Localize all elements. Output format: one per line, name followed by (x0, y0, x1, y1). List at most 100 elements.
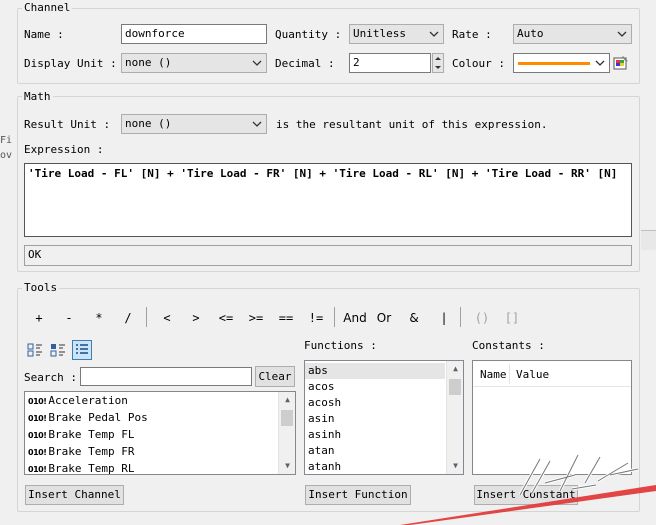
expression-label: Expression : (24, 143, 104, 156)
name-input[interactable]: downforce (121, 24, 267, 44)
operator-not-equal-button[interactable]: != (304, 311, 328, 325)
column-header-value[interactable]: Value (516, 368, 549, 381)
expression-textarea[interactable]: 'Tire Load - FL' [N] + 'Tire Load - FR' … (24, 163, 632, 237)
result-unit-label: Result Unit : (24, 118, 111, 131)
expression-text: 'Tire Load - FL' [N] + 'Tire Load - FR' … (28, 167, 618, 180)
insert-function-button[interactable]: Insert Function (305, 485, 411, 505)
palette-icon (613, 56, 628, 70)
decimal-input[interactable]: 2 (349, 53, 431, 73)
operator-divide-button[interactable]: / (116, 311, 140, 325)
operator-less-than-button[interactable]: < (155, 311, 179, 325)
view-mode-toolbar (25, 340, 95, 360)
list-item[interactable]: asinh (305, 427, 445, 443)
result-unit-description: is the resultant unit of this expression… (276, 118, 548, 131)
chevron-down-icon (252, 121, 262, 127)
list-item[interactable]: 010! Acceleration (25, 393, 277, 409)
operator-ampersand-button[interactable]: & (402, 311, 426, 325)
colour-picker-button[interactable] (612, 54, 630, 72)
operator-greater-equal-button[interactable]: >= (244, 311, 268, 325)
operator-pipe-button[interactable]: | (432, 311, 456, 325)
expression-status: OK (24, 245, 632, 266)
list-item[interactable]: acosh (305, 395, 445, 411)
chevron-down-icon (617, 31, 627, 37)
channel-name: Brake Temp RL (48, 462, 135, 475)
colour-swatch (518, 62, 590, 65)
sort-category-icon[interactable] (49, 341, 67, 359)
scroll-thumb[interactable] (281, 410, 293, 426)
rate-value: Auto (517, 27, 544, 40)
list-item[interactable]: 010! Brake Pedal Pos (25, 410, 277, 426)
list-item[interactable]: 010! Brake Temp FL (25, 427, 277, 443)
channel-icon: 010! (28, 465, 47, 474)
parentheses-button[interactable]: () (470, 311, 494, 325)
operator-equal-button[interactable]: == (274, 311, 298, 325)
decimal-spinner[interactable] (432, 53, 444, 73)
quantity-label: Quantity : (275, 28, 342, 41)
channel-list-scrollbar[interactable]: ▲ ▼ (278, 392, 295, 474)
toolbar-separator (334, 307, 335, 327)
display-unit-select[interactable]: none () (121, 53, 267, 73)
background-window-fragment: Fi (0, 135, 13, 146)
list-item[interactable]: acos (305, 379, 445, 395)
channel-name: Brake Temp FR (48, 445, 135, 458)
brackets-button[interactable]: [] (500, 311, 524, 325)
result-unit-select[interactable]: none () (121, 114, 267, 134)
spin-down-icon[interactable] (433, 63, 443, 72)
column-divider (509, 364, 510, 384)
clear-button[interactable]: Clear (255, 366, 295, 387)
search-label: Search : (24, 371, 77, 384)
channel-icon: 010! (28, 431, 47, 440)
insert-channel-button[interactable]: Insert Channel (25, 485, 124, 505)
toolbar-separator (460, 307, 461, 327)
list-item[interactable]: 010! Brake Temp FR (25, 444, 277, 460)
channel-icon: 010! (28, 397, 47, 406)
watermark-logo (400, 454, 656, 525)
decimal-label: Decimal : (275, 57, 335, 70)
quantity-select[interactable]: Unitless (349, 24, 444, 44)
sort-az-icon[interactable] (26, 341, 44, 359)
operator-multiply-button[interactable]: * (87, 311, 111, 325)
constants-label: Constants : (472, 339, 545, 352)
colour-label: Colour : (452, 57, 505, 70)
functions-label: Functions : (304, 339, 377, 352)
operator-less-equal-button[interactable]: <= (214, 311, 238, 325)
operator-plus-button[interactable]: + (27, 311, 51, 325)
rate-label: Rate : (452, 28, 492, 41)
chevron-down-icon (252, 60, 262, 66)
scroll-down-icon[interactable]: ▼ (279, 458, 295, 474)
list-view-icon (76, 344, 88, 354)
tools-group-title: Tools (22, 281, 60, 294)
operator-and-button[interactable]: And (340, 311, 370, 325)
list-view-button[interactable] (72, 340, 92, 360)
channel-list[interactable]: 010! Acceleration 010! Brake Pedal Pos 010… (24, 391, 296, 475)
quantity-value: Unitless (353, 27, 406, 40)
name-label: Name : (24, 28, 64, 41)
operator-or-button[interactable]: Or (372, 311, 396, 325)
constants-header: Name Value (473, 361, 631, 387)
chevron-down-icon (429, 31, 439, 37)
result-unit-value: none () (125, 117, 172, 130)
spin-up-icon[interactable] (433, 54, 443, 63)
operator-minus-button[interactable]: - (57, 311, 81, 325)
colour-select[interactable] (513, 53, 610, 73)
scroll-thumb[interactable] (449, 379, 461, 395)
channel-group-title: Channel (22, 1, 73, 14)
channel-icon: 010! (28, 448, 47, 457)
search-input[interactable] (80, 367, 252, 386)
background-window-fragment: ov (0, 150, 13, 161)
display-unit-value: none () (125, 56, 172, 69)
scroll-up-icon[interactable]: ▲ (447, 361, 463, 377)
display-unit-label: Display Unit : (24, 57, 117, 70)
list-item[interactable]: asin (305, 411, 445, 427)
chevron-down-icon (595, 60, 605, 66)
channel-icon: 010! (28, 414, 47, 423)
list-item[interactable]: 010! Brake Temp RL (25, 461, 277, 475)
rate-select[interactable]: Auto (513, 24, 632, 44)
channel-name: Brake Pedal Pos (48, 411, 148, 424)
channel-name: Brake Temp FL (48, 428, 135, 441)
column-header-name[interactable]: Name (480, 368, 507, 381)
scroll-up-icon[interactable]: ▲ (279, 392, 295, 408)
operator-greater-than-button[interactable]: > (184, 311, 208, 325)
toolbar-separator (146, 307, 147, 327)
list-item-selected[interactable]: abs (305, 363, 445, 379)
